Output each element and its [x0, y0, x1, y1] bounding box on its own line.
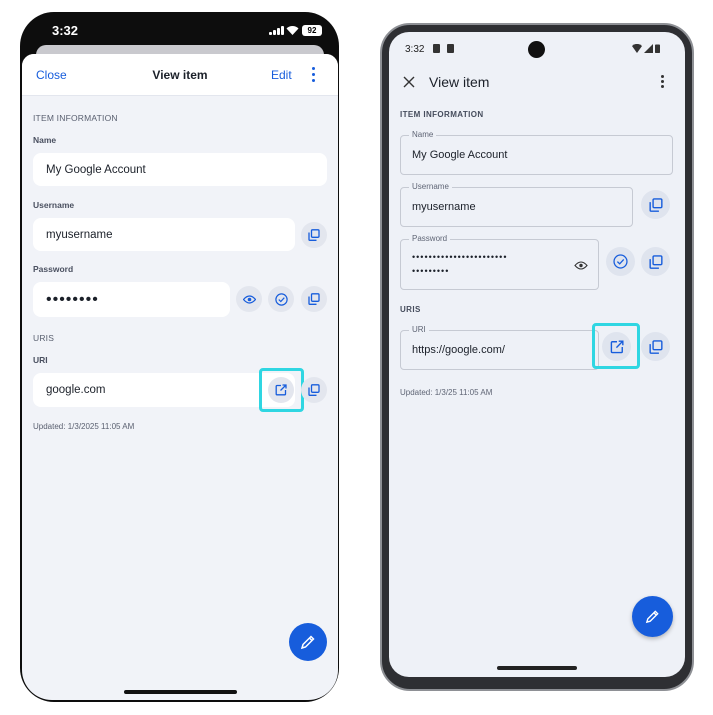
ios-nav-bar: Close View item Edit	[22, 54, 338, 96]
copy-icon	[648, 254, 663, 269]
username-value: myusername	[46, 228, 113, 241]
android-status-icons	[632, 44, 660, 53]
battery-icon: 92	[302, 25, 322, 36]
uri-field[interactable]: URI https://google.com/	[400, 325, 599, 370]
name-value: My Google Account	[412, 149, 508, 161]
copy-username-button[interactable]	[641, 190, 670, 219]
check-password-button[interactable]	[606, 247, 635, 276]
edit-fab-button[interactable]	[289, 623, 327, 661]
updated-timestamp: Updated: 1/3/2025 11:05 AM	[33, 422, 135, 431]
password-field[interactable]: Password ••••••••••••••••••••••• •••••••…	[400, 234, 599, 290]
android-top-bar: View item	[389, 66, 685, 100]
cellular-signal-icon	[644, 44, 653, 53]
more-vertical-icon[interactable]	[661, 75, 666, 91]
battery-icon	[655, 44, 660, 53]
uri-field[interactable]: google.com	[33, 373, 295, 407]
username-field[interactable]: Username myusername	[400, 182, 633, 227]
copy-icon	[648, 339, 663, 354]
uri-value: https://google.com/	[412, 344, 505, 356]
uri-label: URI	[33, 355, 48, 365]
uri-value: google.com	[46, 384, 106, 396]
copy-uri-button[interactable]	[301, 377, 327, 403]
username-label: Username	[33, 200, 75, 210]
page-title: View item	[429, 74, 490, 90]
section-item-information: ITEM INFORMATION	[400, 110, 484, 119]
name-value: My Google Account	[46, 163, 146, 176]
name-field[interactable]: Name My Google Account	[400, 130, 673, 175]
uri-label: URI	[409, 325, 429, 334]
section-uris: URIS	[33, 333, 55, 343]
updated-timestamp: Updated: 1/3/25 11:05 AM	[400, 388, 493, 397]
ios-status-bar: 3:32 92	[20, 12, 339, 48]
sim-card-icon	[433, 44, 440, 53]
cellular-signal-icon	[269, 26, 284, 35]
section-item-information: ITEM INFORMATION	[33, 113, 118, 123]
name-label: Name	[409, 130, 437, 139]
gesture-bar	[497, 666, 577, 670]
check-circle-icon	[613, 254, 628, 269]
password-label: Password	[409, 234, 451, 243]
home-indicator	[124, 690, 237, 694]
notification-icon	[447, 44, 454, 53]
copy-password-button[interactable]	[301, 286, 327, 312]
launch-uri-highlight	[592, 323, 640, 369]
username-field[interactable]: myusername	[33, 218, 295, 251]
copy-icon	[308, 229, 320, 241]
password-field[interactable]: ••••••••	[33, 282, 230, 317]
eye-icon	[242, 294, 256, 304]
username-value: myusername	[412, 201, 476, 213]
copy-password-button[interactable]	[641, 247, 670, 276]
copy-icon	[308, 293, 320, 305]
copy-uri-button[interactable]	[641, 332, 670, 361]
android-screen: 3:32 View item ITEM INFORMATION Name My …	[389, 32, 685, 677]
camera-cutout	[528, 41, 545, 58]
password-value-line2: •••••••••	[412, 266, 450, 276]
name-field[interactable]: My Google Account	[33, 153, 327, 186]
edit-fab-button[interactable]	[632, 596, 673, 637]
more-vertical-icon[interactable]	[311, 67, 317, 85]
username-label: Username	[409, 182, 452, 191]
close-icon[interactable]	[401, 74, 417, 90]
status-time: 3:32	[52, 23, 79, 38]
edit-button[interactable]: Edit	[271, 68, 292, 82]
copy-icon	[648, 197, 663, 212]
check-circle-icon	[274, 292, 288, 306]
pencil-icon	[645, 610, 659, 624]
password-value: ••••••••	[46, 290, 99, 308]
section-uris: URIS	[400, 305, 421, 314]
status-time: 3:32	[405, 44, 425, 55]
copy-icon	[308, 384, 320, 396]
wifi-icon	[632, 44, 642, 53]
check-password-button[interactable]	[268, 286, 294, 312]
name-label: Name	[33, 135, 57, 145]
show-password-button[interactable]	[236, 286, 262, 312]
launch-uri-highlight	[259, 368, 304, 412]
copy-username-button[interactable]	[301, 222, 327, 248]
eye-icon[interactable]	[574, 261, 588, 270]
ios-screen: Close View item Edit ITEM INFORMATION Na…	[22, 54, 338, 700]
wifi-icon	[286, 26, 299, 35]
password-label: Password	[33, 264, 74, 274]
pencil-icon	[300, 635, 315, 650]
password-value-line1: •••••••••••••••••••••••	[412, 252, 508, 262]
